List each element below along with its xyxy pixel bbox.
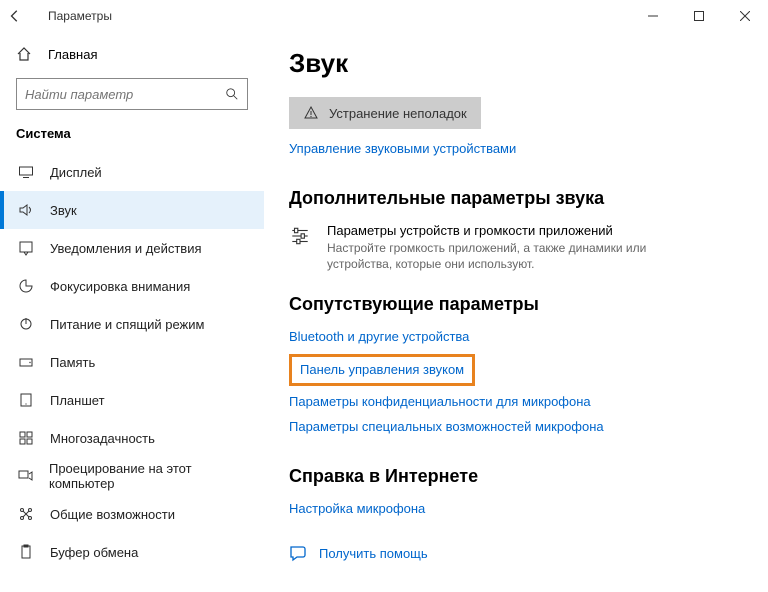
clipboard-icon	[16, 544, 36, 560]
search-input[interactable]	[25, 87, 225, 102]
power-icon	[16, 316, 36, 332]
app-volume-title: Параметры устройств и громкости приложен…	[327, 223, 687, 238]
sidebar-item-label: Многозадачность	[50, 431, 155, 446]
minimize-button[interactable]	[630, 0, 676, 32]
sidebar-item-projecting[interactable]: Проецирование на этот компьютер	[0, 457, 264, 495]
notifications-icon	[16, 240, 36, 256]
focus-icon	[16, 278, 36, 294]
page-title: Звук	[289, 48, 744, 79]
projecting-icon	[16, 468, 35, 484]
heading-web-help: Справка в Интернете	[289, 466, 744, 487]
sidebar-item-multitasking[interactable]: Многозадачность	[0, 419, 264, 457]
sidebar-section-label: Система	[0, 126, 264, 153]
link-mic-accessibility[interactable]: Параметры специальных возможностей микро…	[289, 419, 604, 434]
sidebar-item-label: Общие возможности	[50, 507, 175, 522]
close-button[interactable]	[722, 0, 768, 32]
search-box[interactable]	[16, 78, 248, 110]
sidebar-item-sound[interactable]: Звук	[0, 191, 264, 229]
multitasking-icon	[16, 430, 36, 446]
sidebar-nav: Дисплей Звук Уведомления и действия Фоку…	[0, 153, 264, 571]
sidebar-item-storage[interactable]: Память	[0, 343, 264, 381]
storage-icon	[16, 354, 36, 370]
display-icon	[16, 164, 36, 180]
link-mic-privacy[interactable]: Параметры конфиденциальности для микрофо…	[289, 394, 591, 409]
sidebar-item-power[interactable]: Питание и спящий режим	[0, 305, 264, 343]
link-manage-devices[interactable]: Управление звуковыми устройствами	[289, 141, 516, 156]
window-title: Параметры	[40, 9, 112, 23]
sliders-icon	[289, 225, 313, 247]
link-bluetooth[interactable]: Bluetooth и другие устройства	[289, 329, 469, 344]
heading-advanced: Дополнительные параметры звука	[289, 188, 744, 209]
sidebar-item-label: Память	[50, 355, 95, 370]
sidebar: Главная Система Дисплей Звук Уведомления…	[0, 32, 265, 592]
sidebar-item-label: Планшет	[50, 393, 105, 408]
sidebar-item-label: Уведомления и действия	[50, 241, 202, 256]
sidebar-item-label: Звук	[50, 203, 77, 218]
sidebar-home[interactable]: Главная	[0, 38, 264, 70]
window-buttons	[630, 0, 768, 32]
help-icon	[289, 544, 307, 562]
sidebar-item-display[interactable]: Дисплей	[0, 153, 264, 191]
tablet-icon	[16, 392, 36, 408]
sidebar-item-label: Проецирование на этот компьютер	[49, 461, 250, 491]
sidebar-item-clipboard[interactable]: Буфер обмена	[0, 533, 264, 571]
sidebar-home-label: Главная	[48, 47, 97, 62]
sidebar-item-shared[interactable]: Общие возможности	[0, 495, 264, 533]
sidebar-item-label: Дисплей	[50, 165, 102, 180]
warning-icon	[303, 105, 319, 121]
troubleshoot-label: Устранение неполадок	[329, 106, 467, 121]
link-get-help[interactable]: Получить помощь	[319, 546, 428, 561]
get-help-row[interactable]: Получить помощь	[289, 544, 744, 562]
shared-icon	[16, 506, 36, 522]
sidebar-item-label: Буфер обмена	[50, 545, 138, 560]
troubleshoot-button[interactable]: Устранение неполадок	[289, 97, 481, 129]
title-bar: Параметры	[0, 0, 768, 32]
app-volume-desc: Настройте громкость приложений, а также …	[327, 240, 687, 272]
sound-icon	[16, 202, 36, 218]
home-icon	[16, 46, 36, 62]
link-mic-setup[interactable]: Настройка микрофона	[289, 501, 425, 516]
sidebar-item-focus[interactable]: Фокусировка внимания	[0, 267, 264, 305]
sidebar-item-tablet[interactable]: Планшет	[0, 381, 264, 419]
sidebar-item-label: Фокусировка внимания	[50, 279, 190, 294]
app-volume-row[interactable]: Параметры устройств и громкости приложен…	[289, 223, 744, 272]
maximize-button[interactable]	[676, 0, 722, 32]
main-content: Звук Устранение неполадок Управление зву…	[265, 32, 768, 592]
sidebar-item-notifications[interactable]: Уведомления и действия	[0, 229, 264, 267]
heading-related: Сопутствующие параметры	[289, 294, 744, 315]
back-button[interactable]	[8, 9, 40, 23]
link-sound-control-panel[interactable]: Панель управления звуком	[289, 354, 475, 386]
sidebar-item-label: Питание и спящий режим	[50, 317, 204, 332]
search-icon	[225, 87, 239, 101]
